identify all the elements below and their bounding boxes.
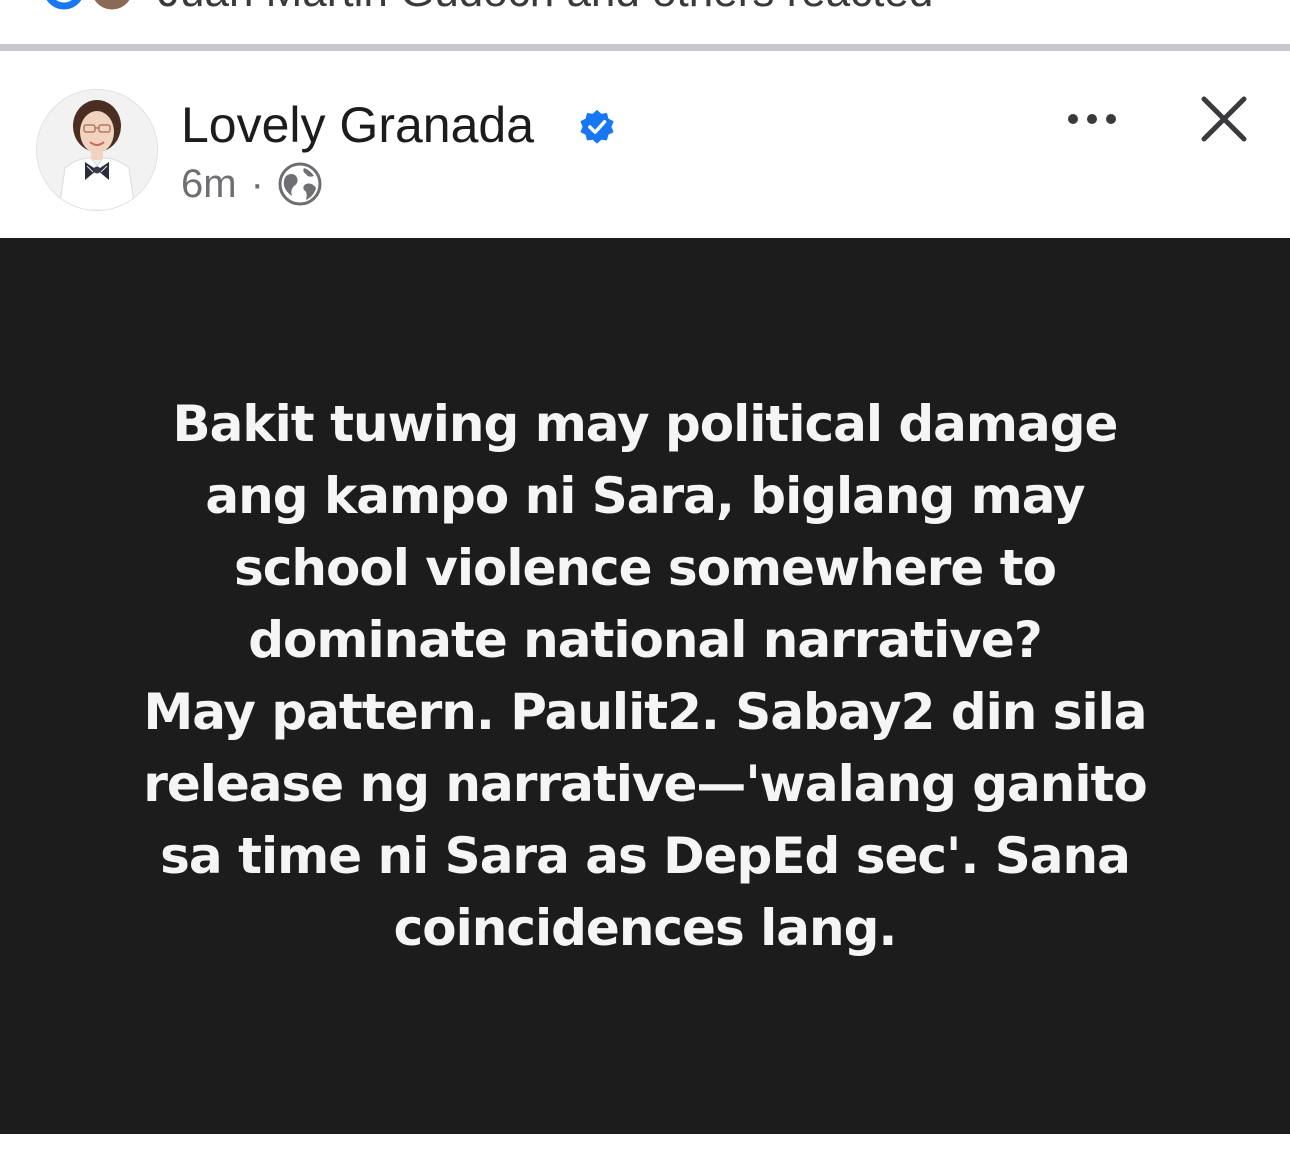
close-icon [1201, 96, 1247, 142]
reaction-avatars-icon [43, 0, 133, 12]
author-name[interactable]: Lovely Granada [181, 95, 534, 155]
verified-badge-icon [580, 109, 614, 144]
more-horizontal-icon [1068, 114, 1116, 124]
post-text-line: Bakit tuwing may political damage [172, 395, 1119, 453]
post-meta: 6m · [181, 159, 322, 209]
post-text-line: release ng narrative—'walang ganito [143, 755, 1148, 813]
post-timestamp[interactable]: 6m [181, 160, 237, 208]
post-footer-area [0, 1134, 1290, 1162]
reactions-summary[interactable]: Juan Martin Gudoch and others reacted [0, 0, 1290, 44]
post-text-line: coincidences lang. [393, 899, 898, 957]
reactions-summary-text: Juan Martin Gudoch and others reacted [158, 0, 933, 14]
globe-icon[interactable] [278, 162, 322, 206]
post-text: Bakit tuwing may political damage ang ka… [60, 388, 1230, 964]
more-options-button[interactable] [1060, 99, 1124, 139]
post-text-line: ang kampo ni Sara, biglang may [205, 467, 1085, 525]
facebook-post-view: Juan Martin Gudoch and others reacted [0, 0, 1290, 1162]
post-text-line: sa time ni Sara as DepEd sec'. Sana [160, 827, 1131, 885]
section-divider [0, 44, 1290, 51]
post-header: Lovely Granada 6m · [0, 51, 1290, 238]
post-text-line: dominate national narrative? [248, 611, 1042, 669]
meta-separator: · [250, 162, 264, 206]
post-text-line: school violence somewhere to [234, 539, 1057, 597]
close-button[interactable] [1196, 91, 1252, 147]
post-content-background[interactable]: Bakit tuwing may political damage ang ka… [0, 238, 1290, 1134]
post-text-line: May pattern. Paulit2. Sabay2 din sila [143, 683, 1147, 741]
author-avatar[interactable] [36, 89, 158, 211]
avatar-photo [37, 90, 157, 210]
